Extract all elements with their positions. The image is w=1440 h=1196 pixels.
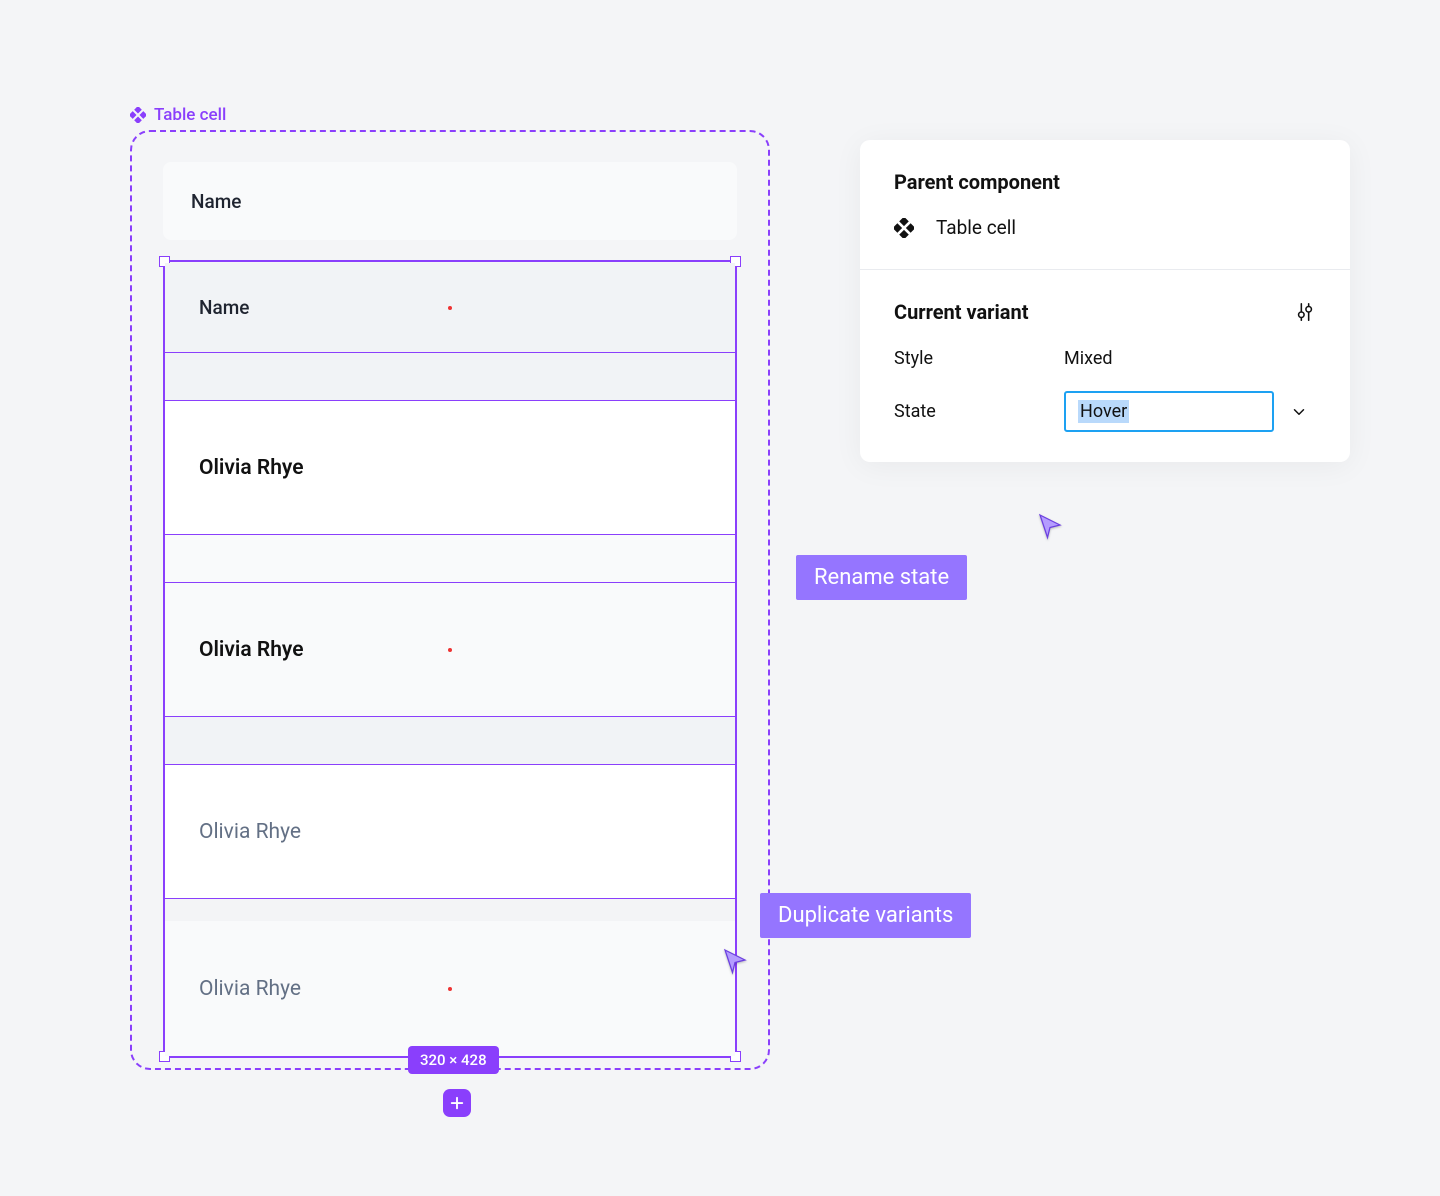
variant-header-default[interactable]: Name	[163, 162, 737, 240]
parent-component-section: Parent component Table cell	[860, 140, 1350, 269]
tooltip-rename: Rename state	[796, 555, 967, 600]
style-value: Mixed	[1064, 348, 1113, 369]
settings-icon[interactable]	[1294, 301, 1316, 323]
variant-label: Olivia Rhye	[199, 638, 304, 662]
state-input[interactable]: Hover	[1078, 400, 1129, 423]
plus-icon	[448, 1094, 466, 1112]
tooltip-duplicate: Duplicate variants	[760, 893, 971, 938]
add-variant-button[interactable]	[443, 1089, 471, 1117]
variant-gap	[165, 535, 735, 583]
parent-component-name: Table cell	[936, 216, 1016, 239]
marker-icon	[448, 648, 452, 652]
current-variant-heading: Current variant	[894, 300, 1028, 324]
variant-header-label: Name	[191, 190, 241, 213]
component-set-label[interactable]: Table cell	[130, 105, 226, 125]
marker-icon	[448, 987, 452, 991]
cursor-duplicate	[720, 945, 750, 975]
parent-component-heading: Parent component	[894, 170, 1316, 194]
state-input-wrap[interactable]: Hover	[1064, 391, 1274, 432]
inspector-panel: Parent component Table cell Current vari…	[860, 140, 1350, 462]
parent-component-row[interactable]: Table cell	[894, 216, 1316, 239]
state-label: State	[894, 401, 1064, 422]
cursor-rename	[1035, 510, 1065, 540]
variant-gap	[165, 717, 735, 765]
variant-label: Olivia Rhye	[199, 820, 301, 844]
variant-label: Name	[199, 296, 249, 319]
variant-bold-white[interactable]: Olivia Rhye	[165, 401, 735, 535]
component-set-icon	[130, 107, 146, 123]
variant-gap	[165, 899, 735, 921]
component-icon	[894, 218, 914, 238]
variant-label: Olivia Rhye	[199, 977, 301, 1001]
variant-label: Olivia Rhye	[199, 456, 304, 480]
variant-regular-grey[interactable]: Olivia Rhye	[165, 921, 735, 1056]
marker-icon	[448, 306, 452, 310]
state-property-row: State Hover	[894, 391, 1316, 432]
variant-header-selected[interactable]: Name	[165, 263, 735, 353]
style-label: Style	[894, 348, 1064, 369]
variant-bold-grey[interactable]: Olivia Rhye	[165, 583, 735, 717]
style-property-row[interactable]: Style Mixed	[894, 348, 1316, 369]
variant-gap	[165, 353, 735, 401]
variant-regular-white[interactable]: Olivia Rhye	[165, 765, 735, 899]
component-set-name: Table cell	[154, 105, 226, 125]
dimensions-badge: 320 × 428	[408, 1046, 499, 1074]
chevron-down-icon[interactable]	[1290, 403, 1308, 421]
current-variant-section: Current variant Style Mixed State Hover	[860, 269, 1350, 462]
